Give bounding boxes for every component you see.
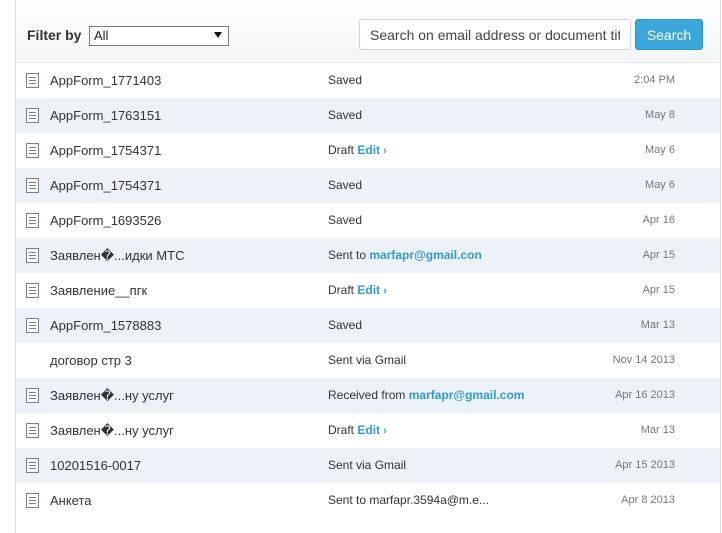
document-date: Apr 15 2013: [615, 459, 675, 471]
document-icon: [26, 248, 39, 263]
edit-link[interactable]: Edit: [357, 283, 380, 297]
document-icon: [26, 283, 39, 298]
document-title[interactable]: Заявлен�...ну услуг: [50, 388, 174, 404]
status-text: Saved: [328, 318, 363, 332]
document-title[interactable]: договор стр 3: [50, 353, 132, 368]
document-status: Saved: [328, 178, 362, 192]
document-row[interactable]: Заявлен�...ну услуг Received from marfapr…: [16, 378, 720, 413]
document-icon: [26, 213, 39, 228]
dropdown-arrow-icon: [214, 32, 222, 38]
document-title[interactable]: AppForm_1763151: [50, 108, 161, 123]
status-text: Saved: [328, 73, 363, 87]
document-status: Saved: [328, 318, 362, 332]
document-status: Draft Edit ›: [328, 283, 387, 297]
document-status: Saved: [328, 73, 362, 87]
document-title[interactable]: Заявление__пгк: [50, 283, 147, 298]
document-date: 2:04 PM: [634, 74, 675, 86]
document-status: Saved: [328, 213, 362, 227]
document-date: Nov 14 2013: [612, 354, 675, 366]
document-row[interactable]: Заявление__пгк Draft Edit › Apr 15: [16, 273, 720, 308]
document-icon: [26, 73, 39, 88]
chevron-right-icon: ›: [380, 285, 387, 297]
document-icon: [26, 108, 39, 123]
email-link[interactable]: marfapr@gmail.con: [369, 248, 481, 262]
email-link[interactable]: marfapr@gmail.com: [409, 388, 525, 402]
document-title[interactable]: Заявлен�...идки МТС: [50, 248, 184, 264]
document-date: Apr 8 2013: [621, 494, 675, 506]
document-icon: [26, 318, 39, 333]
document-row[interactable]: AppForm_1754371 Saved May 6: [16, 168, 720, 203]
document-title[interactable]: Заявлен�...ну услуг: [50, 423, 174, 439]
document-status: Sent to marfapr.3594a@m.e...: [328, 493, 489, 507]
document-title[interactable]: AppForm_1693526: [50, 213, 161, 228]
document-row[interactable]: AppForm_1578883 Saved Mar 13: [16, 308, 720, 343]
document-icon: [26, 143, 39, 158]
search-input[interactable]: [359, 19, 631, 50]
search-button[interactable]: Search: [635, 19, 703, 50]
document-status: Saved: [328, 108, 362, 122]
document-icon: [26, 178, 39, 193]
status-text: Draft: [328, 283, 355, 297]
toolbar: Filter by All Search: [16, 0, 720, 63]
chevron-right-icon: ›: [380, 425, 387, 437]
edit-link[interactable]: Edit: [357, 423, 380, 437]
document-row[interactable]: AppForm_1771403 Saved 2:04 PM: [16, 63, 720, 98]
documents-panel: Filter by All Search AppForm_1771403 Save…: [15, 0, 721, 533]
status-text: Draft: [328, 423, 355, 437]
status-text: Draft: [328, 143, 355, 157]
document-status: Sent via Gmail: [328, 458, 406, 472]
document-title[interactable]: AppForm_1754371: [50, 143, 161, 158]
status-text: Sent via Gmail: [328, 353, 407, 367]
document-status: Sent via Gmail: [328, 353, 406, 367]
document-row[interactable]: AppForm_1754371 Draft Edit › May 6: [16, 133, 720, 168]
document-icon: [26, 493, 39, 508]
document-row[interactable]: договор стр 3 Sent via Gmail Nov 14 2013: [16, 343, 720, 378]
document-date: May 6: [645, 144, 675, 156]
status-text: Sent to marfapr.3594a@m.e...: [328, 493, 489, 507]
document-row[interactable]: 10201516-0017 Sent via Gmail Apr 15 2013: [16, 448, 720, 483]
status-text: Sent to: [328, 248, 367, 262]
document-status: Sent to marfapr@gmail.con: [328, 248, 482, 262]
filter-dropdown[interactable]: All: [89, 26, 229, 46]
document-icon: [26, 458, 39, 473]
document-icon: [26, 388, 39, 403]
document-date: Mar 13: [640, 424, 675, 436]
status-text: Received from: [328, 388, 406, 402]
document-title[interactable]: AppForm_1771403: [50, 73, 161, 88]
document-date: Apr 15: [642, 249, 675, 261]
document-status: Draft Edit ›: [328, 423, 387, 437]
document-status: Draft Edit ›: [328, 143, 387, 157]
document-date: Apr 16 2013: [615, 389, 675, 401]
document-date: Apr 16: [642, 214, 675, 226]
document-row[interactable]: Заявлен�...идки МТС Sent to marfapr@gmail…: [16, 238, 720, 273]
filter-value: All: [94, 28, 109, 43]
document-icon: [26, 423, 39, 438]
document-date: Mar 13: [640, 319, 675, 331]
document-row[interactable]: Заявлен�...ну услуг Draft Edit › Mar 13: [16, 413, 720, 448]
status-text: Saved: [328, 213, 363, 227]
status-text: Saved: [328, 178, 363, 192]
document-date: May 6: [645, 179, 675, 191]
document-date: Apr 15: [642, 284, 675, 296]
document-title[interactable]: AppForm_1754371: [50, 178, 161, 193]
document-list: AppForm_1771403 Saved 2:04 PM AppForm_17631…: [16, 63, 720, 518]
document-date: May 8: [645, 109, 675, 121]
document-row[interactable]: AppForm_1693526 Saved Apr 16: [16, 203, 720, 238]
filter-label: Filter by: [27, 27, 82, 43]
status-text: Sent via Gmail: [328, 458, 407, 472]
document-title[interactable]: AppForm_1578883: [50, 318, 161, 333]
edit-link[interactable]: Edit: [357, 143, 380, 157]
chevron-right-icon: ›: [380, 145, 387, 157]
document-row[interactable]: Анкета Sent to marfapr.3594a@m.e... Apr 8 …: [16, 483, 720, 518]
status-text: Saved: [328, 108, 363, 122]
document-title[interactable]: Анкета: [50, 493, 92, 508]
document-title[interactable]: 10201516-0017: [50, 458, 141, 473]
document-status: Received from marfapr@gmail.com: [328, 388, 524, 402]
document-row[interactable]: AppForm_1763151 Saved May 8: [16, 98, 720, 133]
